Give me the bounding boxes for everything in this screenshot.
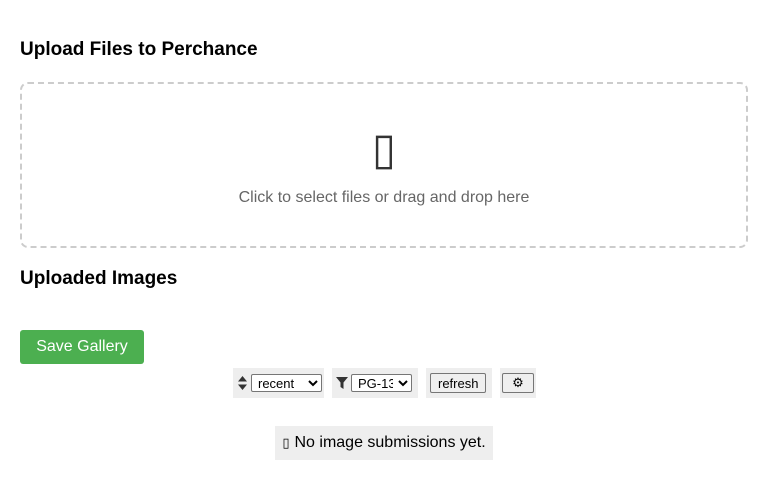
settings-control: ⚙ (500, 368, 536, 398)
upload-icon: ▯ (371, 124, 397, 175)
sort-icon (236, 375, 248, 391)
empty-state-message: ▯ No image submissions yet. (275, 426, 493, 460)
upload-section-title: Upload Files to Perchance (20, 39, 258, 60)
file-dropzone[interactable]: ▯ Click to select files or drag and drop… (20, 82, 748, 248)
page: Upload Files to Perchance ▯ Click to sel… (0, 0, 768, 480)
save-gallery-button[interactable]: Save Gallery (20, 330, 144, 364)
filter-icon (336, 375, 348, 391)
refresh-button[interactable]: refresh (430, 373, 487, 393)
sort-control: recent (233, 368, 324, 398)
info-icon: ▯ (282, 435, 290, 451)
rating-filter-control: PG-13 (332, 368, 418, 398)
empty-state-text: No image submissions yet. (294, 434, 486, 451)
dropzone-text: Click to select files or drag and drop h… (238, 189, 530, 206)
uploaded-images-title: Uploaded Images (20, 268, 178, 289)
rating-select[interactable]: PG-13 (351, 374, 412, 392)
settings-button[interactable]: ⚙ (502, 373, 534, 393)
sort-select[interactable]: recent (251, 374, 322, 392)
refresh-control: refresh (426, 368, 492, 398)
gear-icon: ⚙ (512, 375, 524, 391)
